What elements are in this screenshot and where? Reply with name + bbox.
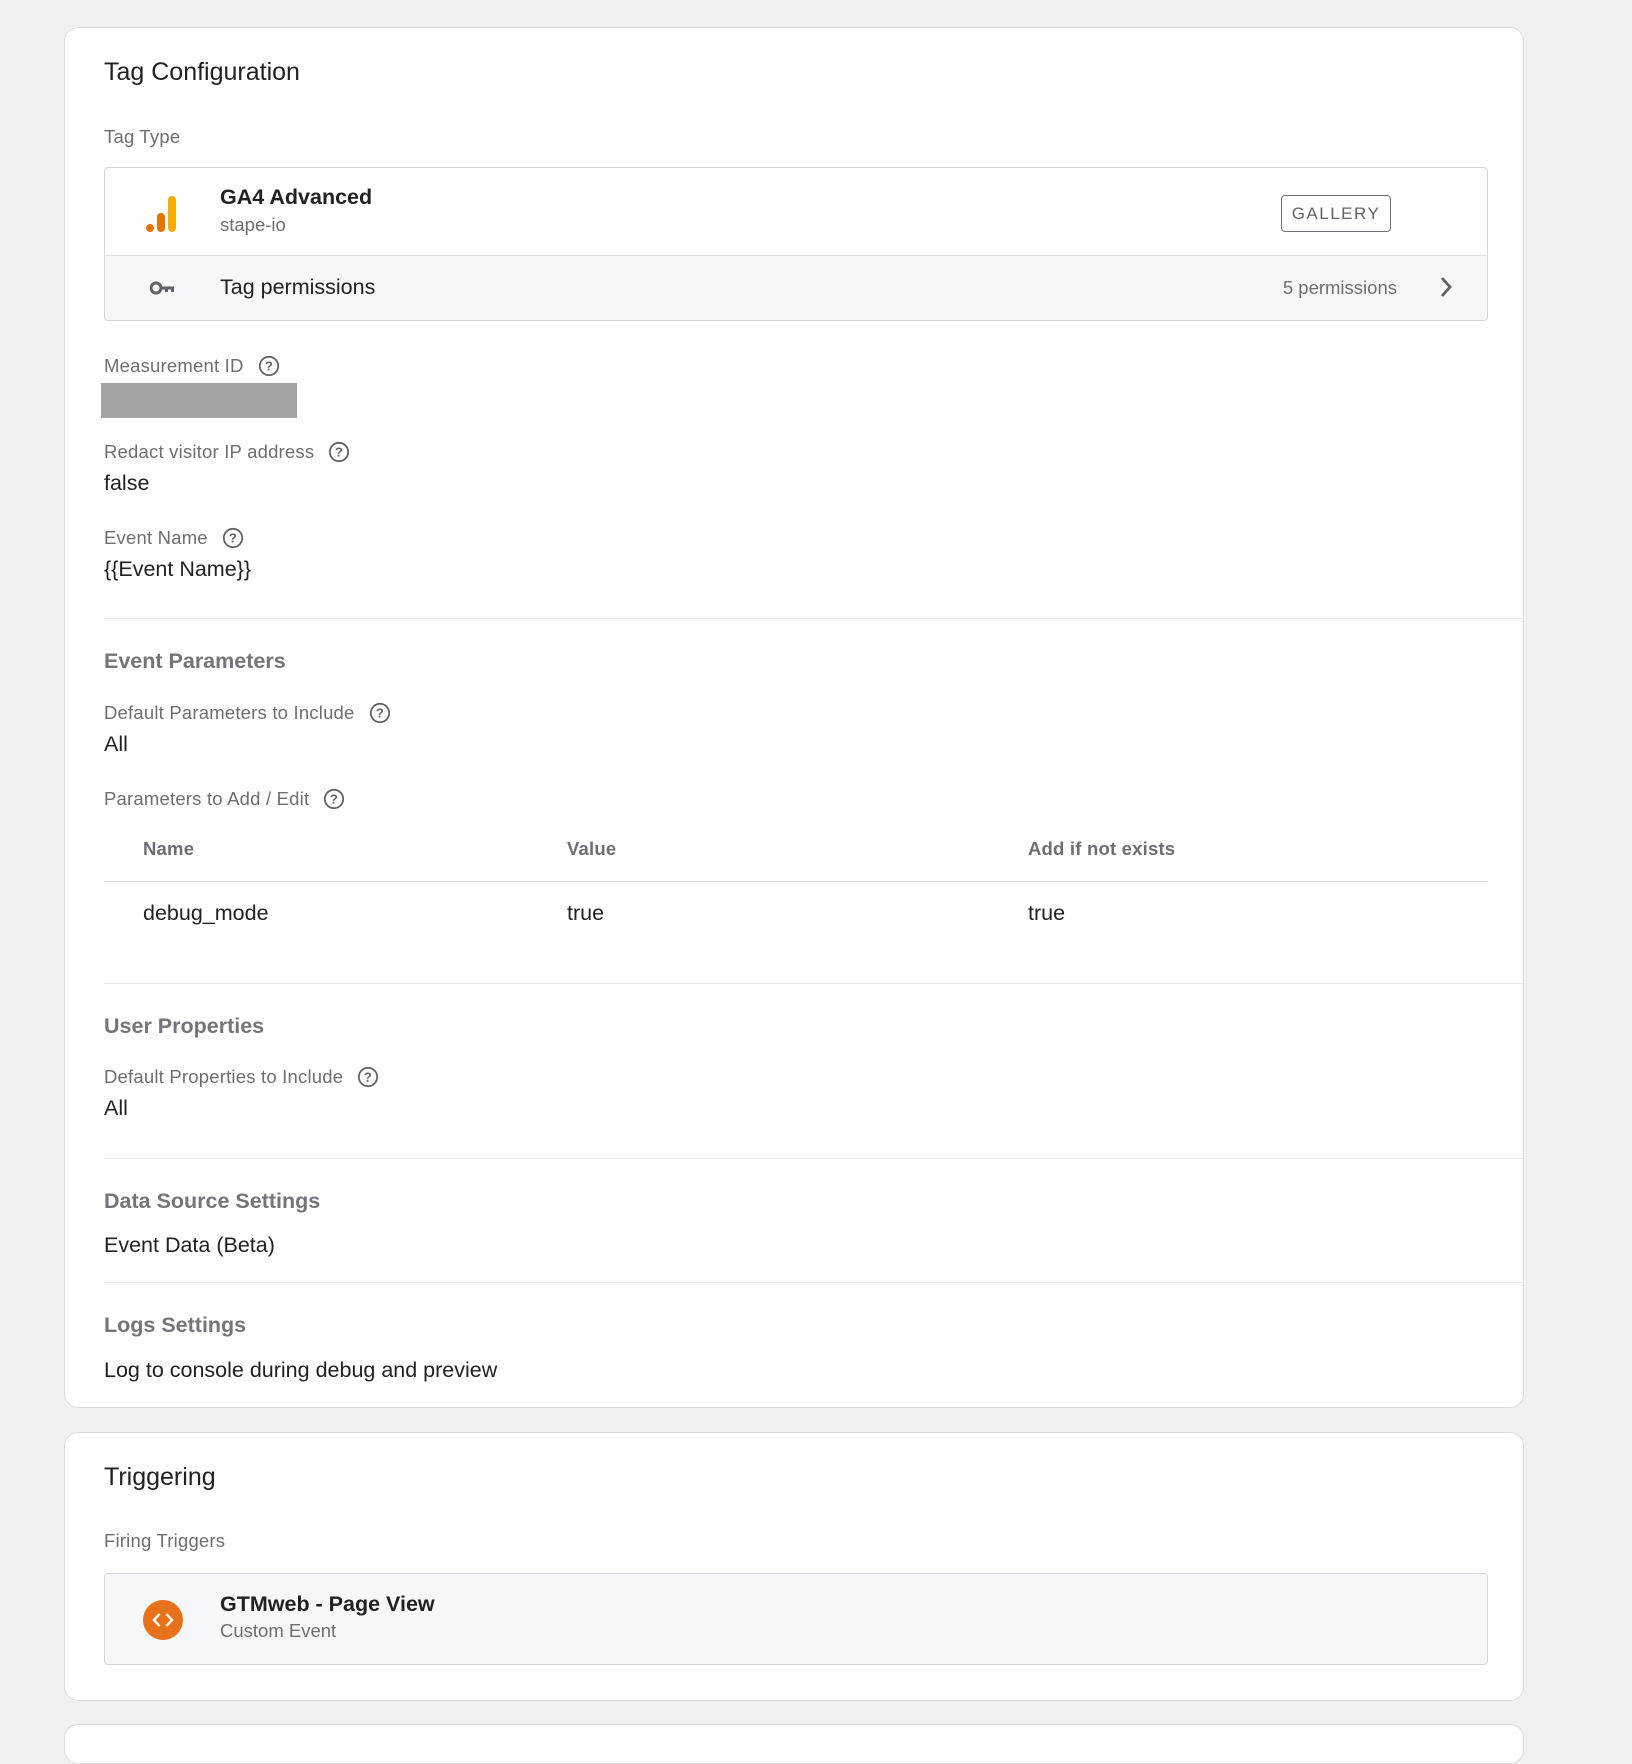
tag-type-vendor: stape-io: [220, 214, 286, 235]
svg-text:?: ?: [364, 1070, 372, 1085]
firing-triggers-label: Firing Triggers: [104, 1530, 226, 1551]
redact-ip-label: Redact visitor IP address ?: [104, 441, 350, 463]
help-icon[interactable]: ?: [323, 788, 345, 810]
tag-permissions-label: Tag permissions: [220, 275, 376, 299]
event-name-value: {{Event Name}}: [104, 557, 252, 581]
tag-permissions-row[interactable]: Tag permissions 5 permissions: [105, 255, 1487, 320]
divider: [104, 983, 1523, 984]
code-brackets-icon: [143, 1600, 183, 1640]
default-params-value: All: [104, 732, 128, 756]
table-cell-name: debug_mode: [143, 901, 269, 925]
redact-ip-label-text: Redact visitor IP address: [104, 441, 315, 462]
next-card: [64, 1724, 1524, 1764]
measurement-id-label: Measurement ID ?: [104, 355, 280, 377]
help-icon[interactable]: ?: [328, 441, 350, 463]
tag-configuration-card[interactable]: Tag Configuration Tag Type GA4 Advanced …: [64, 27, 1524, 1408]
default-params-label-text: Default Parameters to Include: [104, 702, 355, 723]
table-header-add-if-not-exists: Add if not exists: [1028, 838, 1176, 859]
user-properties-title: User Properties: [104, 1014, 265, 1038]
tag-type-row[interactable]: GA4 Advanced stape-io GALLERY: [105, 168, 1487, 255]
table-header-value: Value: [567, 838, 617, 859]
measurement-id-redacted: [101, 383, 297, 418]
chevron-right-icon: [1440, 277, 1452, 297]
table-cell-value: true: [567, 901, 605, 925]
default-props-label: Default Properties to Include ?: [104, 1066, 379, 1088]
default-props-value: All: [104, 1096, 128, 1120]
svg-text:?: ?: [335, 445, 343, 460]
data-source-value: Event Data (Beta): [104, 1233, 275, 1257]
measurement-id-label-text: Measurement ID: [104, 355, 244, 376]
event-parameters-title: Event Parameters: [104, 649, 286, 673]
redact-ip-value: false: [104, 471, 150, 495]
trigger-name: GTMweb - Page View: [220, 1592, 435, 1616]
analytics-bars-icon: [146, 196, 176, 232]
help-icon[interactable]: ?: [222, 527, 244, 549]
data-source-title: Data Source Settings: [104, 1189, 321, 1213]
svg-text:?: ?: [330, 792, 338, 807]
default-params-label: Default Parameters to Include ?: [104, 702, 391, 724]
help-icon[interactable]: ?: [369, 702, 391, 724]
logs-value: Log to console during debug and preview: [104, 1358, 498, 1382]
tag-type-name: GA4 Advanced: [220, 185, 373, 209]
svg-text:?: ?: [264, 359, 272, 374]
help-icon[interactable]: ?: [258, 355, 280, 377]
permissions-count: 5 permissions: [1282, 277, 1397, 298]
trigger-item[interactable]: GTMweb - Page View Custom Event: [104, 1573, 1488, 1665]
default-props-label-text: Default Properties to Include: [104, 1066, 344, 1087]
params-to-add-label: Parameters to Add / Edit ?: [104, 788, 345, 810]
params-to-add-label-text: Parameters to Add / Edit: [104, 788, 310, 809]
divider: [104, 1158, 1523, 1159]
key-icon: [150, 281, 174, 295]
triggering-card[interactable]: Triggering Firing Triggers GTMweb - Page…: [64, 1432, 1524, 1701]
tag-type-label: Tag Type: [104, 126, 181, 147]
help-icon[interactable]: ?: [357, 1066, 379, 1088]
trigger-type: Custom Event: [220, 1620, 337, 1641]
gallery-button[interactable]: GALLERY: [1281, 195, 1391, 232]
event-name-label-text: Event Name: [104, 527, 208, 548]
table-cell-add-if-not-exists: true: [1028, 901, 1066, 925]
logs-title: Logs Settings: [104, 1313, 247, 1337]
card-title: Triggering: [104, 1463, 216, 1491]
tag-type-box: GA4 Advanced stape-io GALLERY Tag permis…: [104, 167, 1488, 321]
table-header-divider: [104, 881, 1488, 882]
table-header-name: Name: [143, 838, 195, 859]
svg-text:?: ?: [375, 706, 383, 721]
card-title: Tag Configuration: [104, 58, 300, 86]
divider: [104, 1282, 1523, 1283]
event-name-label: Event Name ?: [104, 527, 244, 549]
divider: [104, 618, 1523, 619]
svg-text:?: ?: [229, 531, 237, 546]
